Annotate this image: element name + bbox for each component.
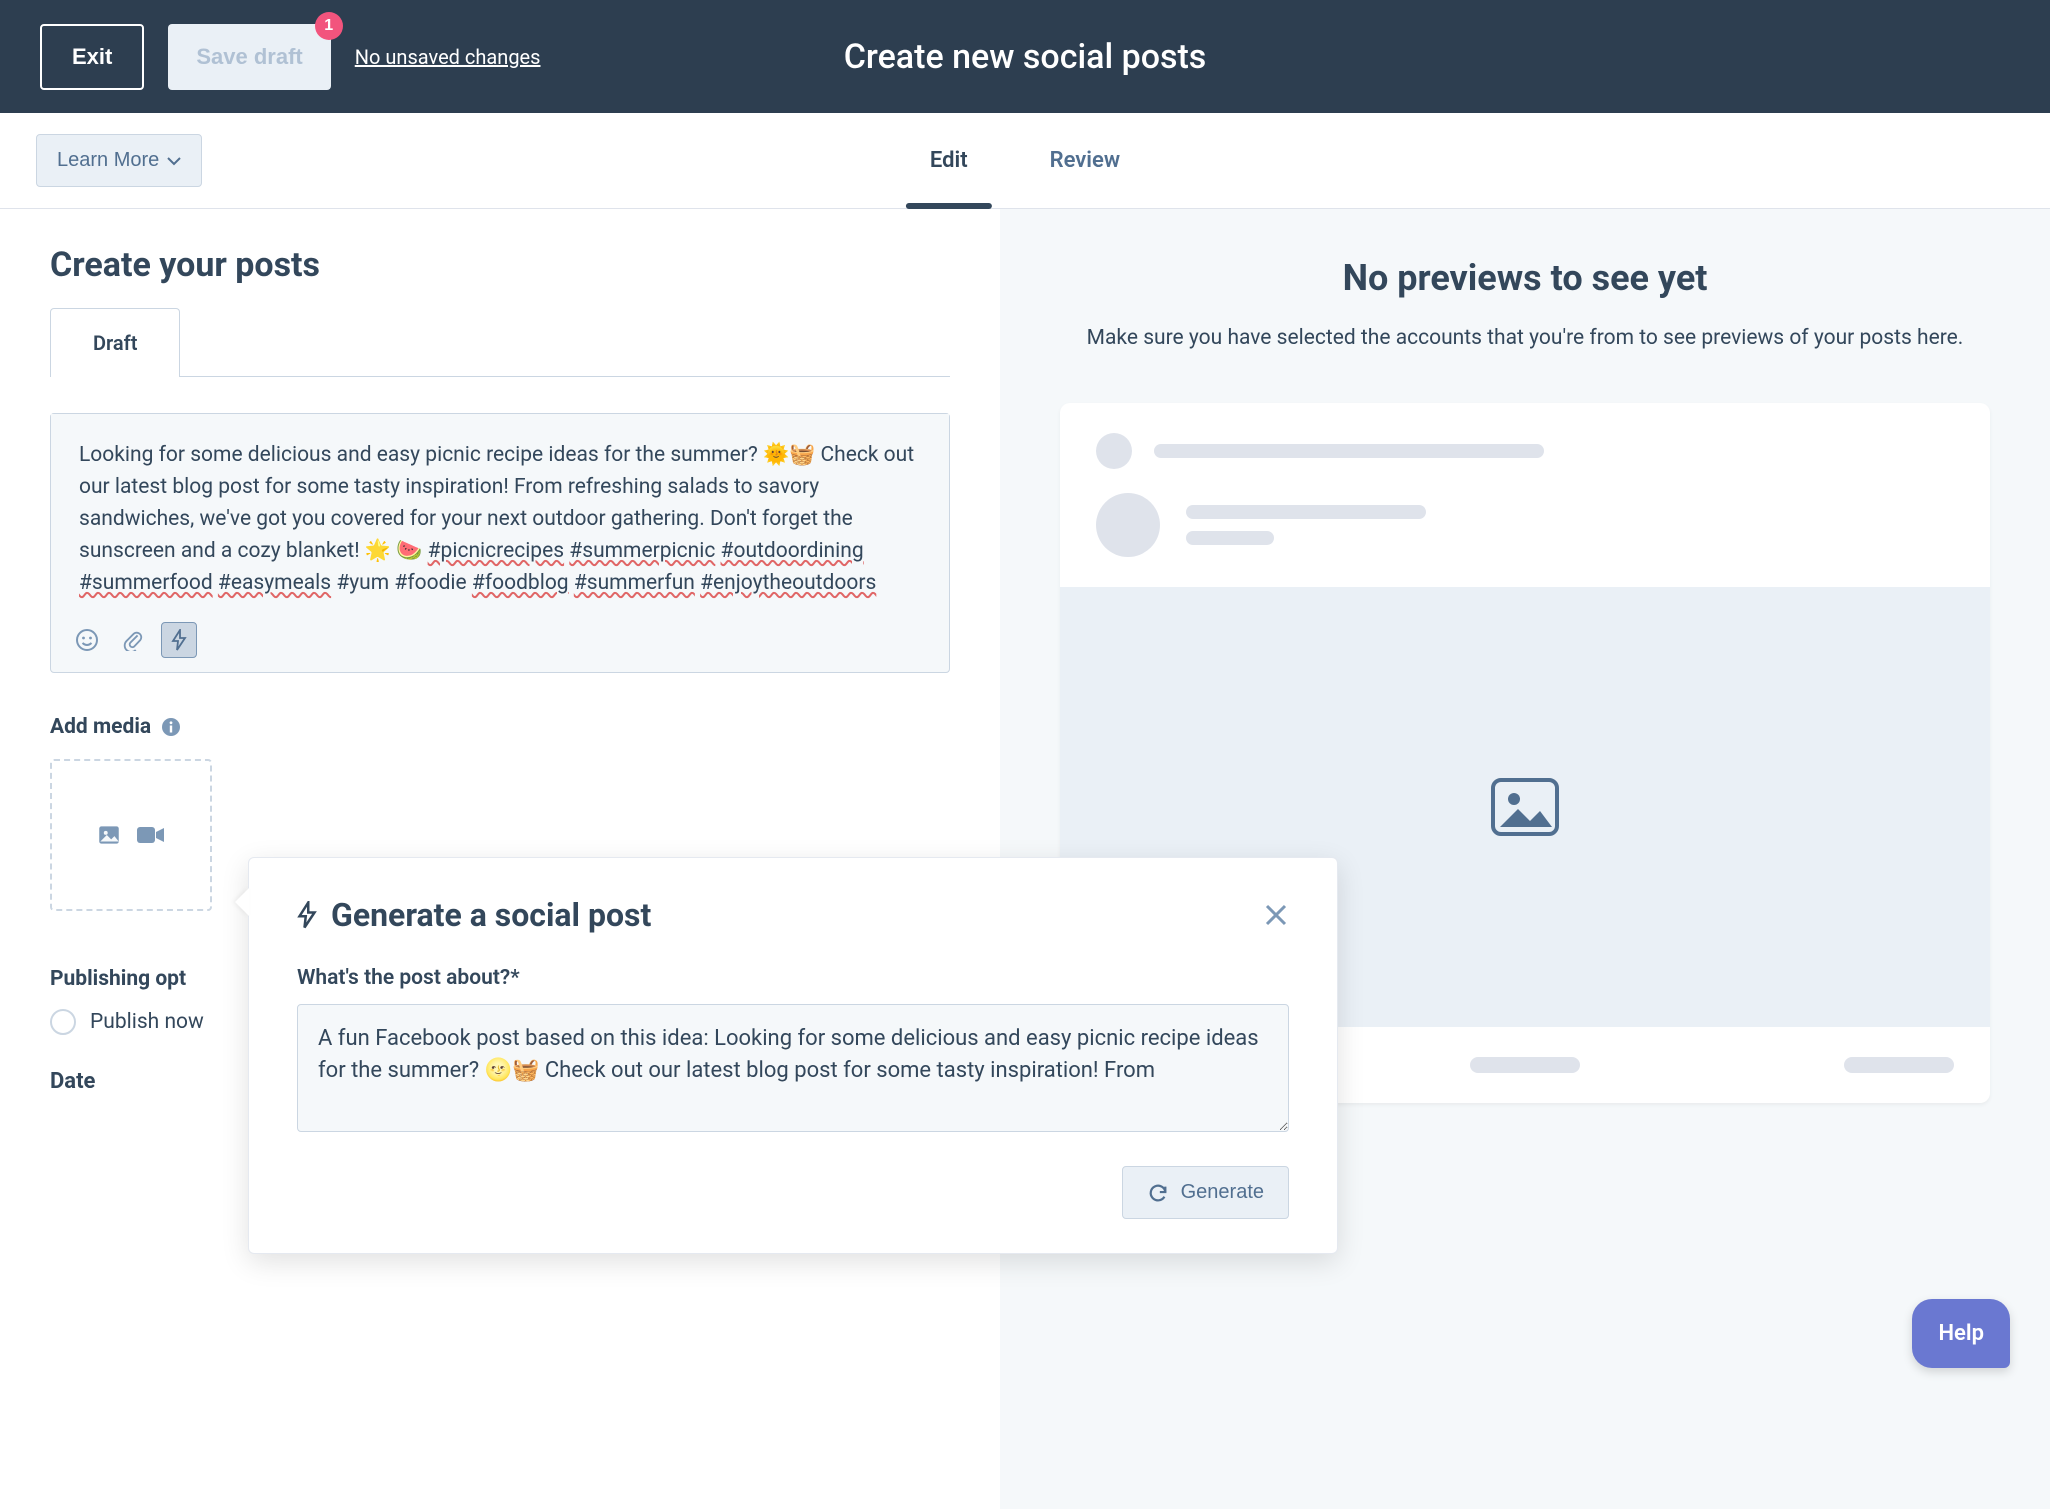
chevron-down-icon [167, 156, 181, 166]
emoji-icon [75, 628, 99, 652]
learn-more-label: Learn More [57, 149, 159, 172]
save-draft-badge: 1 [315, 12, 343, 40]
popover-label: What's the post about?* [297, 966, 1289, 990]
hashtag: #easymeals [218, 571, 331, 595]
preview-skeleton-header [1096, 433, 1954, 469]
skeleton-line [1186, 505, 1426, 519]
topbar: Exit Save draft 1 No unsaved changes Cre… [0, 0, 2050, 113]
close-icon [1263, 902, 1289, 928]
hashtag: #enjoytheoutdoors [700, 571, 876, 595]
unsaved-changes-link[interactable]: No unsaved changes [355, 45, 541, 69]
skeleton-pill [1470, 1057, 1580, 1073]
skeleton-avatar-small [1096, 433, 1132, 469]
generate-popover: Generate a social post What's the post a… [248, 857, 1338, 1254]
radio-icon [50, 1009, 76, 1035]
draft-tabs: Draft [50, 307, 950, 377]
attach-button[interactable] [115, 622, 151, 658]
hashtag: #picnicrecipes [428, 539, 564, 563]
preview-skeleton-profile [1096, 493, 1954, 557]
save-draft-label: Save draft [196, 44, 302, 69]
editor-toolbar [51, 614, 949, 672]
hashtag: #yum [336, 571, 389, 595]
video-icon [136, 824, 166, 846]
skeleton-line [1186, 531, 1274, 545]
popover-textarea[interactable] [297, 1004, 1289, 1132]
add-media-dropzone[interactable] [50, 759, 212, 911]
publish-now-label: Publish now [90, 1010, 204, 1034]
hashtag: #summerfun [574, 571, 695, 595]
popover-title: Generate a social post [297, 896, 651, 934]
subbar: Learn More Edit Review [0, 113, 2050, 209]
bolt-icon [297, 901, 317, 929]
ai-generate-button[interactable] [161, 622, 197, 658]
tab-review[interactable]: Review [1050, 113, 1121, 208]
hashtag: #outdoordining [721, 539, 864, 563]
preview-subtext: Make sure you have selected the accounts… [1060, 323, 1990, 355]
post-body[interactable]: Looking for some delicious and easy picn… [51, 414, 949, 614]
main-tabs: Edit Review [930, 113, 1120, 208]
tab-draft[interactable]: Draft [50, 308, 180, 377]
image-placeholder-icon [1490, 777, 1560, 837]
bolt-icon [171, 629, 187, 651]
skeleton-line [1154, 444, 1544, 458]
page-title: Create new social posts [844, 37, 1207, 77]
info-icon[interactable] [161, 717, 181, 737]
refresh-icon [1147, 1182, 1169, 1204]
hashtag: #summerfood [79, 571, 213, 595]
generate-button[interactable]: Generate [1122, 1166, 1289, 1219]
popover-close-button[interactable] [1263, 902, 1289, 928]
hashtag: #summerpicnic [569, 539, 715, 563]
preview-heading: No previews to see yet [1060, 257, 1990, 299]
tab-edit[interactable]: Edit [930, 113, 968, 208]
image-icon [96, 822, 122, 848]
exit-button[interactable]: Exit [40, 24, 144, 90]
skeleton-avatar-large [1096, 493, 1160, 557]
emoji-button[interactable] [69, 622, 105, 658]
help-button[interactable]: Help [1912, 1299, 2010, 1368]
post-editor: Looking for some delicious and easy picn… [50, 413, 950, 673]
attach-icon [122, 629, 144, 651]
date-label: Date [50, 1069, 95, 1094]
skeleton-pill [1844, 1057, 1954, 1073]
hashtag: #foodie [394, 571, 466, 595]
create-posts-heading: Create your posts [50, 245, 950, 285]
learn-more-button[interactable]: Learn More [36, 134, 202, 187]
save-draft-button[interactable]: Save draft 1 [168, 24, 330, 90]
add-media-label: Add media [50, 715, 950, 739]
hashtag: #foodblog [472, 571, 569, 595]
